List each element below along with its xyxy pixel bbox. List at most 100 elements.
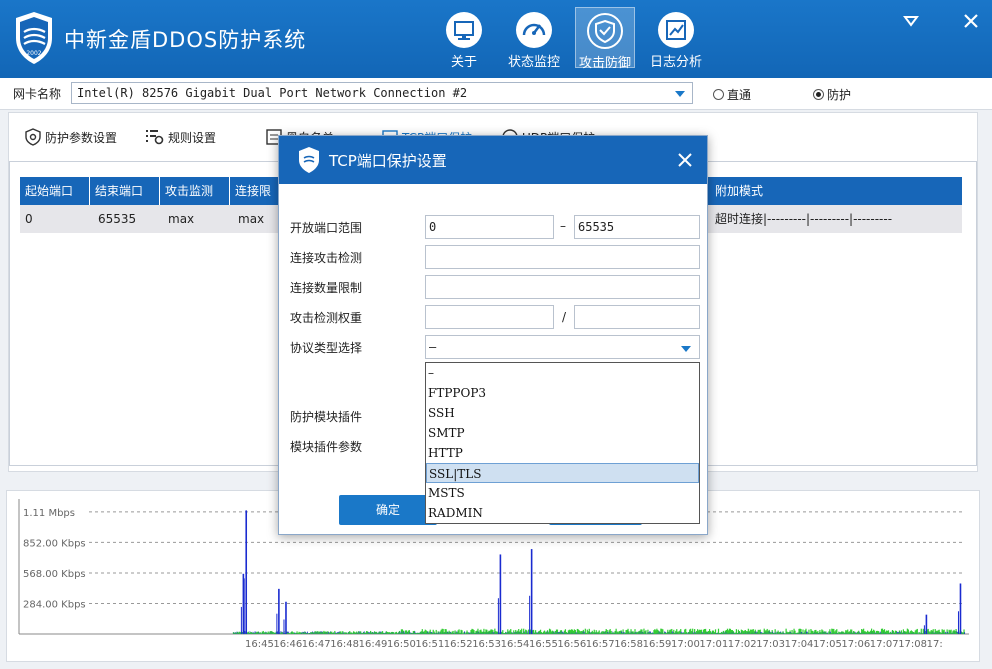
protocol-option[interactable]: HTTP (426, 443, 699, 463)
x-tick-label: 17:04 (785, 639, 814, 650)
radio-circle-icon (713, 89, 724, 100)
port-start-value: 0 (429, 220, 437, 234)
dialog-title: TCP端口保护设置 (329, 152, 447, 170)
nav-attack-defense-button[interactable]: 攻击防御 (575, 7, 635, 71)
tab-protect-params[interactable]: 防护参数设置 (24, 128, 117, 150)
logo-text: 2002 (26, 50, 41, 57)
protocol-label: 协议类型选择 (290, 341, 363, 355)
col-end-port: 结束端口 (90, 177, 160, 205)
protocol-option-selected[interactable]: SSL|TLS (426, 463, 699, 483)
protocol-option[interactable]: FTPPOP3 (426, 383, 699, 403)
x-tick-label: 17: (927, 639, 943, 650)
x-tick-label: 16:57 (586, 639, 615, 650)
weight-input-b[interactable] (574, 305, 700, 329)
x-tick-label: 16:53 (472, 639, 501, 650)
app-title: 中新金盾DDOS防护系统 (64, 28, 307, 52)
nav-about-button[interactable]: 关于 (434, 7, 494, 70)
conn-attack-input[interactable] (425, 245, 700, 269)
dialog-shield-icon (299, 147, 319, 173)
x-tick-label: 16:46 (273, 639, 302, 650)
x-tick-label: 17:05 (813, 639, 842, 650)
ok-button[interactable]: 确定 (339, 495, 437, 525)
tcp-port-protect-dialog: TCP端口保护设置 开放端口范围 0 – 65535 连接攻击检测 连接数量限制… (278, 135, 708, 535)
cell-extra-mode: 超时连接|---------|---------|--------- (715, 212, 893, 226)
close-window-icon[interactable] (960, 10, 982, 32)
shield-check-icon (587, 13, 623, 49)
minimize-triangle-icon[interactable] (900, 10, 922, 32)
nav-attack-defense-label: 攻击防御 (578, 56, 631, 71)
plugin-param-label: 模块插件参数 (290, 440, 363, 454)
y-tick-label: 1.11 Mbps (23, 508, 75, 519)
weight-separator: / (562, 310, 567, 324)
protocol-chevron-down-icon[interactable] (681, 346, 691, 352)
x-tick-label: 17:02 (728, 639, 757, 650)
protocol-dropdown-list: – FTPPOP3 SSH SMTP HTTP SSL|TLS MSTS RAD… (425, 362, 700, 524)
x-tick-label: 17:01 (699, 639, 728, 650)
nav-status-monitor-button[interactable]: 状态监控 (504, 7, 564, 70)
protocol-select[interactable]: – (425, 335, 700, 359)
app-logo-shield-icon: 2002 (16, 12, 52, 64)
x-tick-label: 16:58 (614, 639, 643, 650)
cell-attack-detect: max (168, 212, 195, 226)
protocol-option[interactable]: SMTP (426, 423, 699, 443)
protocol-option[interactable]: RADMIN (426, 503, 699, 523)
port-start-input[interactable]: 0 (425, 215, 554, 239)
col-extra-mode: 附加模式 (715, 184, 764, 198)
conn-limit-input[interactable] (425, 275, 700, 299)
col-attack-detect: 攻击监测 (160, 177, 230, 205)
x-tick-label: 16:52 (444, 639, 473, 650)
nic-select-value: Intel(R) 82576 Gigabit Dual Port Network… (77, 86, 468, 100)
rules-gear-icon (146, 130, 164, 145)
mode-protect-radio[interactable]: 防护 (813, 86, 851, 102)
x-tick-label: 16:51 (415, 639, 444, 650)
conn-limit-label: 连接数量限制 (290, 281, 363, 295)
tab-protect-params-label: 防护参数设置 (45, 131, 118, 145)
mode-passthrough-label: 直通 (727, 88, 752, 102)
x-tick-label: 17:07 (870, 639, 899, 650)
nav-log-analysis-button[interactable]: 日志分析 (646, 7, 706, 70)
nav-status-monitor-label: 状态监控 (507, 55, 560, 70)
x-tick-label: 16:48 (330, 639, 359, 650)
y-tick-label: 284.00 Kbps (23, 599, 86, 610)
weight-input-a[interactable] (425, 305, 554, 329)
monitor-icon (446, 12, 482, 48)
dialog-titlebar: TCP端口保护设置 (279, 136, 707, 184)
nic-select[interactable]: Intel(R) 82576 Gigabit Dual Port Network… (71, 82, 693, 104)
nic-bar: 网卡名称 Intel(R) 82576 Gigabit Dual Port Ne… (0, 78, 992, 110)
x-tick-label: 16:55 (529, 639, 558, 650)
mode-protect-label: 防护 (827, 88, 852, 102)
tab-rules[interactable]: 规则设置 (145, 128, 216, 150)
nic-chevron-down-icon[interactable] (675, 91, 685, 97)
app-header: 2002 中新金盾DDOS防护系统 关于 状态监控 攻击防御 日志分析 (0, 0, 992, 78)
protocol-option[interactable]: SSH (426, 403, 699, 423)
x-tick-label: 16:50 (387, 639, 416, 650)
y-tick-label: 852.00 Kbps (23, 538, 86, 549)
x-tick-label: 16:54 (501, 639, 530, 650)
col-start-port: 起始端口 (20, 177, 90, 205)
tab-rules-label: 规则设置 (168, 131, 217, 145)
y-tick-label: 568.00 Kbps (23, 569, 86, 580)
nav-log-analysis-label: 日志分析 (649, 55, 702, 70)
protocol-select-value: – (429, 340, 437, 354)
protocol-option[interactable]: – (426, 363, 699, 383)
nic-label: 网卡名称 (13, 87, 62, 101)
gauge-icon (516, 12, 552, 48)
chart-trend-icon (658, 12, 694, 48)
cell-end-port: 65535 (98, 212, 137, 226)
port-range-label: 开放端口范围 (290, 221, 363, 235)
protocol-option[interactable]: MSTS (426, 483, 699, 503)
x-tick-label: 17:00 (671, 639, 700, 650)
plugin-label: 防护模块插件 (290, 410, 363, 424)
x-tick-label: 16:59 (643, 639, 672, 650)
dialog-close-icon[interactable] (676, 151, 694, 169)
x-tick-label: 16:45 (245, 639, 274, 650)
mode-passthrough-radio[interactable]: 直通 (713, 86, 751, 102)
radio-checked-icon (813, 89, 824, 100)
gear-shield-icon (25, 128, 41, 146)
x-tick-label: 17:03 (756, 639, 785, 650)
cell-start-port: 0 (25, 212, 33, 226)
x-tick-label: 17:08 (898, 639, 927, 650)
port-end-value: 65535 (578, 220, 615, 234)
conn-attack-label: 连接攻击检测 (290, 251, 363, 265)
port-end-input[interactable]: 65535 (574, 215, 700, 239)
